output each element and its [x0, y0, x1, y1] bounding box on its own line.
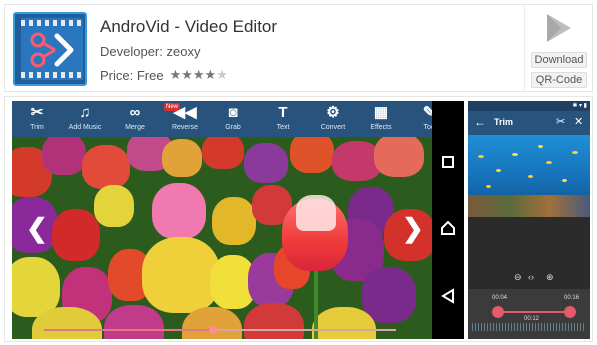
download-button[interactable]: Download — [531, 52, 587, 68]
tool-merge[interactable]: ∞ Merge — [110, 104, 160, 132]
film-strip-bottom — [21, 72, 83, 78]
next-arrow-icon[interactable]: ❯ — [402, 215, 424, 241]
tool-label: Text — [276, 124, 290, 131]
tool-label: Add Music — [68, 124, 102, 131]
trim-timeline[interactable]: 00:04 00:16 00:12 — [468, 289, 590, 339]
screenshot-landscape[interactable]: ✂ Trim ♫ Add Music ∞ Merge New ◀◀ Revers… — [12, 101, 464, 339]
tool-label: Convert — [320, 124, 346, 131]
trim-start-handle[interactable] — [492, 306, 504, 318]
star-icon: ★ — [181, 67, 193, 82]
status-bar: ✱ ▾ ▮ — [468, 101, 590, 111]
camera-icon: ◙ — [228, 104, 238, 121]
android-nav-bar — [432, 101, 464, 339]
star-empty-icon: ★ — [216, 67, 228, 82]
tool-label: Merge — [125, 124, 145, 131]
download-panel: Download QR-Code — [524, 5, 592, 91]
price-row: Price: Free ★★★★★ — [100, 67, 228, 83]
trim-mid-time: 00:12 — [524, 316, 540, 322]
tool-effects[interactable]: ▦ Effects — [356, 104, 406, 132]
gears-icon: ⚙ — [326, 104, 340, 121]
text-icon: T — [278, 104, 288, 121]
film-icon: ▦ — [373, 104, 389, 121]
back-icon[interactable] — [439, 287, 457, 305]
app-info-card: AndroVid - Video Editor Developer: zeoxy… — [4, 4, 593, 92]
trim-range — [498, 311, 570, 313]
trim-end-time: 00:16 — [564, 295, 580, 301]
star-icon: ★ — [204, 67, 217, 82]
star-icon: ★ — [169, 67, 182, 82]
tool-label: Effects — [370, 124, 392, 131]
close-icon[interactable]: ✕ — [574, 115, 583, 128]
seek-bar[interactable] — [44, 326, 396, 334]
screen-title: Trim — [494, 117, 514, 127]
recent-apps-icon[interactable] — [439, 153, 457, 171]
tool-label: Trim — [30, 124, 44, 131]
tool-add-music[interactable]: ♫ Add Music — [60, 104, 110, 132]
seek-thumb[interactable] — [208, 326, 217, 334]
screenshots-gallery: ✂ Trim ♫ Add Music ∞ Merge New ◀◀ Revers… — [4, 96, 593, 342]
screenshot-portrait[interactable]: ✱ ▾ ▮ ← Trim ✂ ✕ ⊖ ‹› ⊕ 00:04 00:16 00:1… — [468, 101, 590, 339]
qr-code-button[interactable]: QR-Code — [531, 72, 587, 88]
tool-reverse[interactable]: ◀◀ Reverse — [160, 104, 210, 132]
trim-start-time: 00:04 — [492, 295, 508, 301]
scissors-icon: ✂ — [30, 104, 44, 121]
tool-label: Reverse — [171, 124, 199, 131]
audio-waveform — [472, 323, 586, 331]
video-preview[interactable] — [468, 135, 590, 217]
trim-toolbar: ← Trim ✂ ✕ — [468, 111, 590, 135]
seek-fill — [44, 329, 213, 331]
add-music-icon: ♫ — [79, 104, 91, 121]
zoom-controls: ⊖ ‹› ⊕ — [468, 271, 590, 285]
expand-icon[interactable]: ‹› — [528, 272, 534, 282]
link-icon: ∞ — [129, 104, 141, 121]
zoom-in-icon[interactable]: ⊕ — [546, 272, 554, 283]
zoom-out-icon[interactable]: ⊖ — [514, 272, 522, 283]
tool-grab[interactable]: ◙ Grab — [208, 104, 258, 132]
app-icon[interactable] — [13, 12, 87, 86]
developer-label: Developer: zeoxy — [100, 44, 201, 59]
tool-text[interactable]: T Text — [258, 104, 308, 132]
app-title: AndroVid - Video Editor — [100, 17, 278, 36]
editor-toolbar: ✂ Trim ♫ Add Music ∞ Merge New ◀◀ Revers… — [12, 101, 435, 137]
video-preview[interactable]: ❮ ❯ — [12, 137, 432, 339]
price-label: Price: Free — [100, 67, 164, 83]
back-arrow-icon[interactable]: ← — [474, 115, 486, 129]
tool-label: Grab — [225, 124, 241, 131]
film-strip-top — [21, 20, 83, 26]
scissors-icon[interactable]: ✂ — [556, 115, 565, 128]
star-icon: ★ — [192, 67, 205, 82]
scissors-icon — [30, 32, 74, 68]
play-store-icon[interactable] — [541, 11, 575, 45]
tool-convert[interactable]: ⚙ Convert — [308, 104, 358, 132]
previous-arrow-icon[interactable]: ❮ — [26, 215, 48, 241]
rewind-icon: ◀◀ — [173, 104, 197, 121]
tool-trim[interactable]: ✂ Trim — [12, 104, 62, 132]
trim-end-handle[interactable] — [564, 306, 576, 318]
home-icon[interactable] — [439, 219, 457, 237]
rating-stars: ★★★★★ — [170, 67, 228, 83]
